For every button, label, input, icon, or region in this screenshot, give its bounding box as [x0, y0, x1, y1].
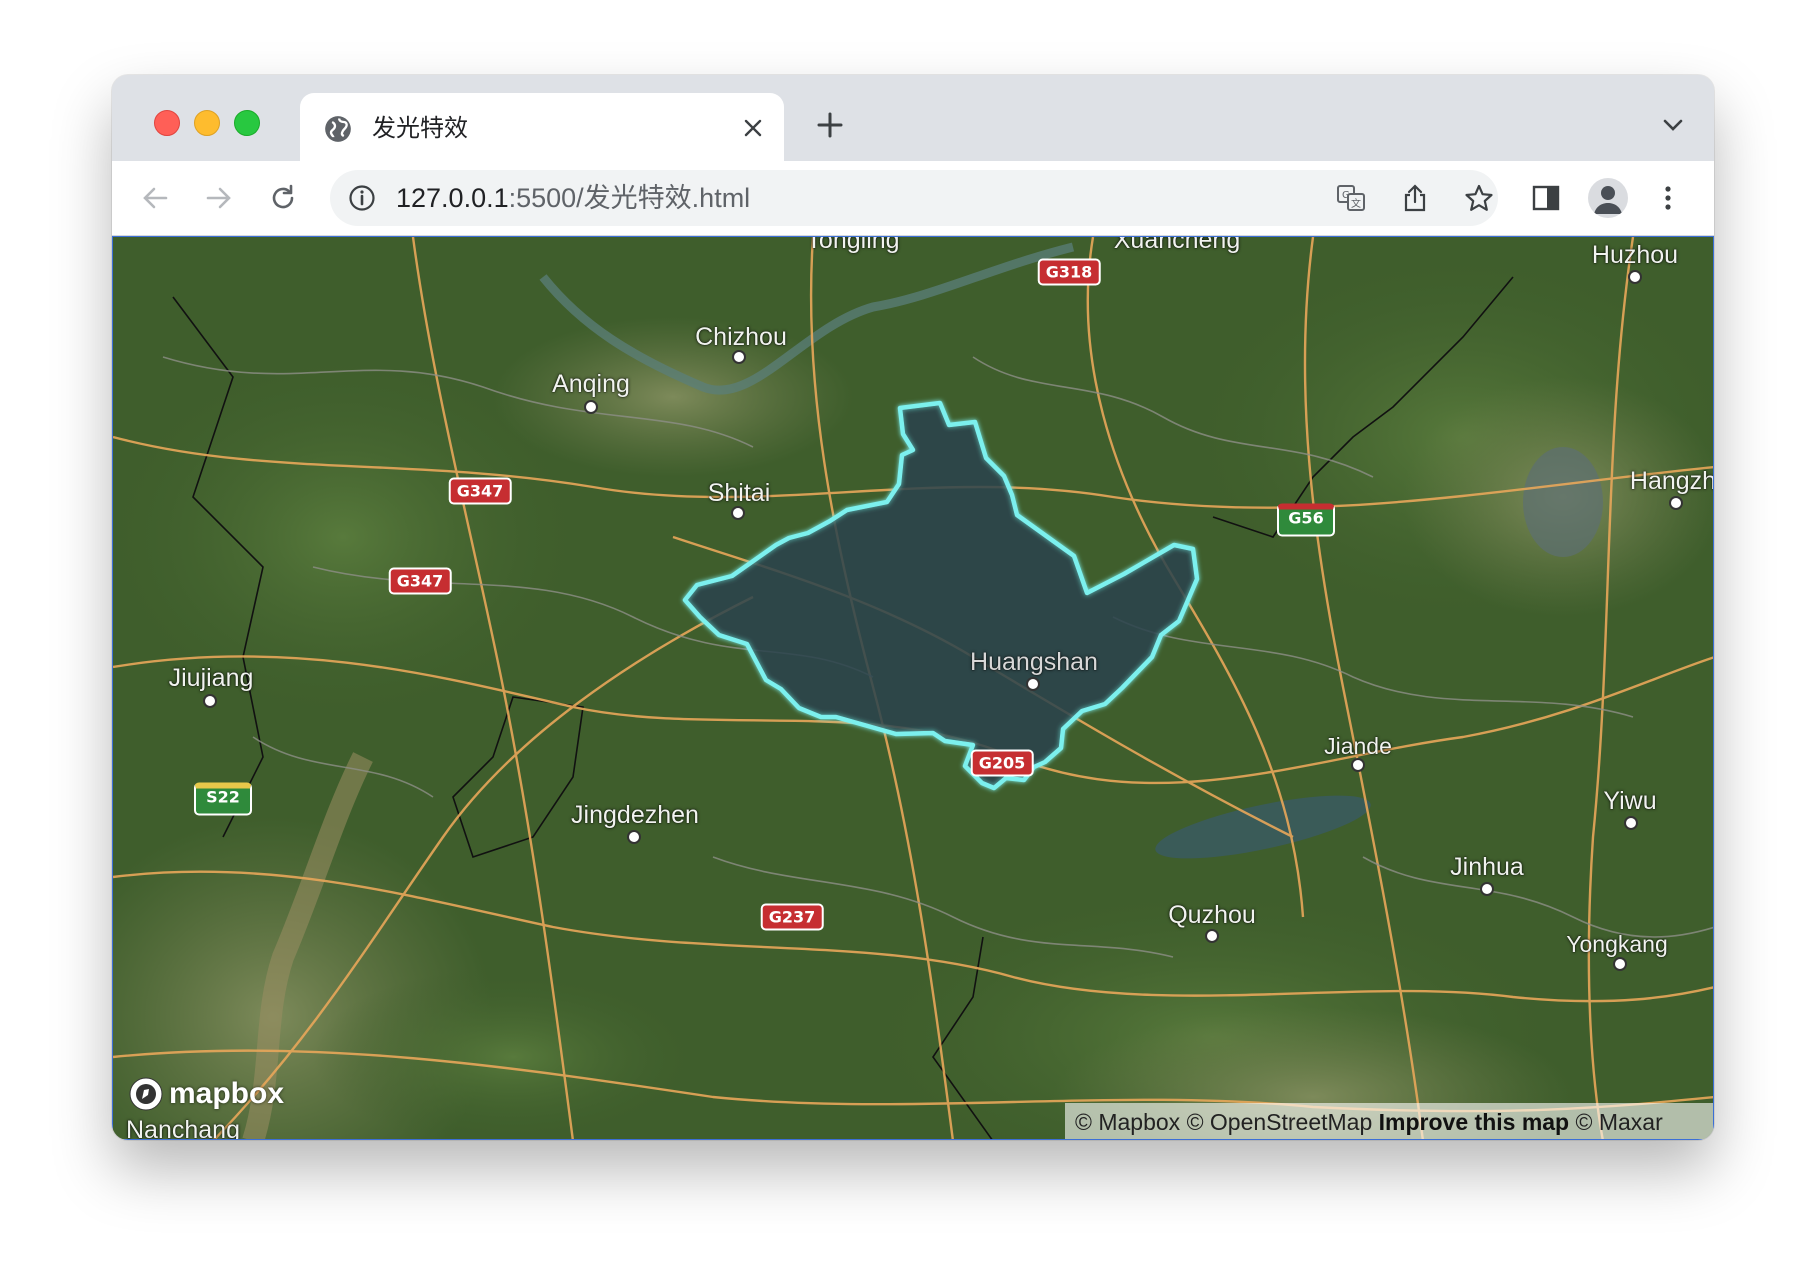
close-tab-button[interactable]: [736, 111, 770, 145]
tab-active[interactable]: 发光特效: [300, 93, 784, 163]
city-dot-huangshan: [1026, 677, 1040, 691]
city-label-tongling: Tongling: [806, 236, 900, 254]
city-dot-jingdezhen: [627, 830, 641, 844]
mapbox-logo[interactable]: mapbox: [127, 1075, 284, 1113]
forward-arrow-icon: [206, 187, 231, 209]
city-label-huangshan: Huangshan: [970, 648, 1098, 676]
city-dot-hangzhou: [1669, 496, 1683, 510]
city-label-quzhou: Quzhou: [1168, 901, 1256, 929]
address-bar[interactable]: 127.0.0.1:5500/发光特效.html G文: [330, 170, 1498, 226]
city-dot-jiujiang: [203, 694, 217, 708]
city-label-jingdezhen: Jingdezhen: [571, 801, 699, 829]
profile-button[interactable]: [1587, 177, 1629, 219]
attribution-osm-link[interactable]: © OpenStreetMap: [1187, 1109, 1373, 1135]
attribution-maxar-link[interactable]: © Maxar: [1576, 1109, 1663, 1135]
road-shield-g318: G318: [1037, 258, 1101, 286]
forward-button[interactable]: [198, 177, 240, 219]
city-label-jinhua: Jinhua: [1450, 853, 1524, 881]
globe-icon: [325, 116, 351, 142]
road-shield-s22: S22: [194, 782, 252, 816]
city-dot-jiande: [1351, 758, 1365, 772]
city-label-anqing: Anqing: [552, 370, 630, 398]
city-dot-chizhou: [732, 350, 746, 364]
bookmark-button[interactable]: [1463, 182, 1495, 214]
city-dot-shitai: [731, 506, 745, 520]
mapbox-logo-text: mapbox: [169, 1077, 285, 1110]
road-shield-g205: G205: [970, 749, 1034, 777]
info-icon[interactable]: [348, 184, 376, 212]
city-dot-jinhua: [1480, 882, 1494, 896]
satellite-basemap: [113, 237, 1713, 1139]
close-window-button[interactable]: [154, 110, 180, 136]
back-arrow-icon: [143, 187, 168, 209]
road-shield-g347: G347: [388, 567, 452, 595]
city-label-shitai: Shitai: [707, 479, 771, 507]
star-icon: [1465, 184, 1493, 211]
city-label-yiwu: Yiwu: [1603, 787, 1657, 815]
map-view[interactable]: Tongling Xuancheng Huzhou Chizhou Anqing…: [112, 236, 1714, 1140]
url-host: 127.0.0.1: [396, 183, 509, 213]
more-vert-icon: [1665, 186, 1671, 210]
city-dot-yongkang: [1613, 957, 1627, 971]
url-path: :5500/发光特效.html: [508, 183, 751, 213]
city-label-jiujiang: Jiujiang: [168, 664, 254, 692]
city-label-huzhou: Huzhou: [1591, 241, 1679, 269]
tab-title: 发光特效: [372, 115, 468, 142]
more-menu-button[interactable]: [1647, 177, 1689, 219]
share-button[interactable]: [1399, 182, 1431, 214]
city-label-jiande: Jiande: [1324, 733, 1392, 759]
city-dot-quzhou: [1205, 929, 1219, 943]
browser-window: 发光特效 127.0.0.1:5500/发光特效.html G文 Tonglin…: [112, 75, 1714, 1140]
zoom-window-button[interactable]: [234, 110, 260, 136]
browser-toolbar: 127.0.0.1:5500/发光特效.html G文: [112, 161, 1714, 236]
back-button[interactable]: [134, 177, 176, 219]
map-attribution: © Mapbox © OpenStreetMap Improve this ma…: [1065, 1103, 1713, 1139]
tab-strip: 发光特效: [112, 75, 1714, 163]
city-label-hangzhou: Hangzh: [1629, 467, 1714, 495]
new-tab-button[interactable]: [808, 103, 852, 147]
tab-search-button[interactable]: [1656, 108, 1690, 142]
city-dot-yiwu: [1624, 816, 1638, 830]
minimize-window-button[interactable]: [194, 110, 220, 136]
city-label-chizhou: Chizhou: [695, 323, 787, 351]
city-dot-huzhou: [1628, 270, 1642, 284]
city-label-nanchang: Nanchang: [126, 1116, 240, 1140]
translate-button[interactable]: G文: [1335, 182, 1367, 214]
profile-icon: [1588, 178, 1628, 218]
svg-text:G: G: [1342, 190, 1350, 201]
road-shield-g237: G237: [760, 903, 824, 931]
road-shield-g56: G56: [1277, 503, 1335, 537]
reload-button[interactable]: [262, 177, 304, 219]
translate-icon: G文: [1337, 185, 1365, 211]
close-icon: [744, 119, 762, 137]
attribution-mapbox-link[interactable]: © Mapbox: [1075, 1109, 1180, 1135]
side-panel-button[interactable]: [1525, 177, 1567, 219]
city-label-xuancheng: Xuancheng: [1113, 236, 1241, 254]
svg-text:文: 文: [1351, 197, 1361, 210]
road-shield-g347: G347: [448, 477, 512, 505]
mapbox-logo-icon: [129, 1077, 163, 1111]
url-text[interactable]: 127.0.0.1:5500/发光特效.html: [396, 182, 750, 214]
plus-icon: [817, 112, 843, 138]
reload-icon: [272, 184, 294, 209]
improve-map-link[interactable]: Improve this map: [1379, 1109, 1569, 1135]
city-label-yongkang: Yongkang: [1566, 931, 1668, 957]
city-dot-anqing: [584, 400, 598, 414]
chevron-down-icon: [1663, 119, 1683, 131]
share-icon: [1404, 184, 1426, 212]
side-panel-icon: [1532, 185, 1560, 211]
